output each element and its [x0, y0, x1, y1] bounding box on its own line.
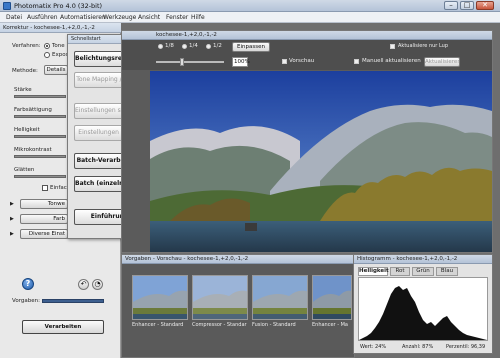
maximize-button[interactable]: □ [460, 1, 474, 10]
expander-farbe[interactable]: Farb [20, 214, 68, 224]
tab-gruen[interactable]: Grün [412, 267, 434, 276]
slider-helligkeit[interactable] [14, 135, 66, 138]
menu-item-datei[interactable]: Datei [6, 14, 22, 21]
manual-update-checkbox[interactable] [354, 59, 359, 64]
presets-window-header: Vorgaben - Vorschau - kochesee-1,+2,0,-1… [122, 255, 354, 264]
zoom-slider[interactable] [156, 61, 224, 63]
preset-thumbnail[interactable] [252, 275, 308, 320]
slider-glaetten[interactable] [14, 175, 66, 178]
adjustments-panel-header: Korrektur - kochesee-1,+2,0,-1,-2 [0, 23, 121, 33]
slider-staerke[interactable] [14, 95, 66, 98]
einfach-checkbox[interactable] [42, 185, 48, 191]
expander-tonwert[interactable]: Tonwe [20, 199, 68, 209]
process-button[interactable]: Verarbeiten [22, 320, 104, 334]
update-button[interactable]: Aktualisieren [424, 57, 460, 67]
slider-label-mikrokontrast: Mikrokontrast [14, 147, 52, 153]
title-bar: Photomatix Pro 4.0 (32-bit) – □ ✕ [0, 0, 500, 12]
histogram-title: Histogramm - kochesee-1,+2,0,-1,-2 [357, 256, 458, 262]
preset-thumbnail[interactable] [192, 275, 248, 320]
auto-update-checkbox[interactable] [390, 44, 395, 49]
verfahren-radio-tone[interactable] [44, 43, 50, 49]
verfahren-option-tone: Tone [52, 43, 65, 49]
histogram-plot [358, 277, 488, 341]
adjustments-panel-title: Korrektur - kochesee-1,+2,0,-1,-2 [3, 25, 95, 31]
window-title: Photomatix Pro 4.0 (32-bit) [14, 2, 103, 10]
image-toolbar-top: 1/8 1/4 1/2 Einpassen Aktualisiere nur L… [122, 40, 492, 54]
tab-helligkeit[interactable]: Helligkeit [358, 267, 389, 276]
menu-bar: Datei Ausführen Automatisieren Werkzeuge… [0, 12, 500, 23]
methode-label: Methode: [12, 68, 38, 74]
expand-arrow-icon[interactable]: ▶ [10, 231, 14, 237]
menu-item-werkzeuge[interactable]: Werkzeuge [103, 14, 136, 21]
expander-diverse[interactable]: Diverse Einst [20, 229, 68, 239]
slider-farbsaettigung[interactable] [14, 115, 66, 118]
preset-caption: Compressor - Standar [192, 322, 247, 328]
histogram-graph [359, 286, 487, 340]
landscape-photo [150, 71, 492, 252]
menu-item-ansicht[interactable]: Ansicht [138, 14, 160, 21]
histogram-perzentil: Perzentil: 96,39 [446, 344, 486, 350]
help-icon[interactable]: ? [22, 278, 34, 290]
verfahren-option-exposure: Expos [52, 52, 69, 58]
vorgaben-select[interactable] [42, 299, 104, 303]
zoom-option-1-2: 1/2 [213, 43, 222, 49]
preset-caption: Enhancer - Standard [132, 322, 184, 328]
image-window-title: kochesee-1,+2,0,-1,-2 [156, 32, 217, 38]
histogram-wert: Wert: 24% [360, 344, 387, 350]
tab-rot[interactable]: Rot [390, 267, 410, 276]
histogram-header: Histogramm - kochesee-1,+2,0,-1,-2 [354, 255, 492, 264]
preset-thumbnail[interactable] [312, 275, 352, 320]
slider-label-helligkeit: Helligkeit [14, 127, 40, 133]
image-window: kochesee-1,+2,0,-1,-2 1/8 1/4 1/2 Einpas… [121, 30, 493, 253]
quickstart-title: Schnellstart [71, 36, 101, 42]
app-icon [3, 2, 11, 10]
menu-item-hilfe[interactable]: Hilfe [191, 14, 205, 21]
slider-mikrokontrast[interactable] [14, 155, 66, 158]
manual-update-label: Manuell aktualisieren [362, 58, 421, 64]
verfahren-radio-exposure[interactable] [44, 52, 50, 58]
hdr-photo-preview[interactable] [150, 71, 492, 252]
expand-arrow-icon[interactable]: ▶ [10, 201, 14, 207]
histogram-window: Histogramm - kochesee-1,+2,0,-1,-2 Helli… [353, 254, 493, 354]
zoom-slider-thumb[interactable] [180, 58, 184, 66]
presets-window-title: Vorgaben - Vorschau - kochesee-1,+2,0,-1… [125, 256, 249, 262]
menu-item-fenster[interactable]: Fenster [166, 14, 188, 21]
preset-caption: Fusion - Standard [252, 322, 296, 328]
preview-checkbox[interactable] [282, 59, 287, 64]
slider-label-farbsaettigung: Farbsättigung [14, 107, 52, 113]
undo-icon[interactable]: ↶ [78, 279, 89, 290]
tab-blau[interactable]: Blau [436, 267, 458, 276]
auto-update-label: Aktualisiere nur Lup [398, 43, 448, 49]
slider-label-staerke: Stärke [14, 87, 32, 93]
zoom-radio-1-4[interactable] [182, 44, 187, 49]
presets-window: Vorgaben - Vorschau - kochesee-1,+2,0,-1… [121, 254, 355, 358]
image-toolbar-bottom: 100% Vorschau Manuell aktualisieren Aktu… [122, 54, 492, 70]
close-button[interactable]: ✕ [476, 1, 494, 10]
zoom-radio-1-2[interactable] [206, 44, 211, 49]
expand-arrow-icon[interactable]: ▶ [10, 216, 14, 222]
menu-item-ausfuehren[interactable]: Ausführen [27, 14, 58, 21]
fit-button[interactable]: Einpassen [232, 42, 270, 52]
image-window-header: kochesee-1,+2,0,-1,-2 [122, 31, 492, 40]
preset-caption: Enhancer - Ma [312, 322, 348, 328]
preset-thumbnail[interactable] [132, 275, 188, 320]
vorgaben-label: Vorgaben: [12, 298, 40, 304]
preview-label: Vorschau [289, 58, 315, 64]
verfahren-label: Verfahren: [12, 43, 41, 49]
zoom-option-1-8: 1/8 [165, 43, 174, 49]
methode-select[interactable]: Details [44, 65, 68, 75]
slider-label-glaetten: Glätten [14, 167, 35, 173]
reset-icon[interactable]: ◔ [92, 279, 103, 290]
histogram-anzahl: Anzahl: 87% [402, 344, 434, 350]
zoom-option-1-4: 1/4 [189, 43, 198, 49]
minimize-button[interactable]: – [444, 1, 458, 10]
zoom-radio-1-8[interactable] [158, 44, 163, 49]
menu-item-automatisieren[interactable]: Automatisieren [60, 14, 106, 21]
zoom-input[interactable]: 100% [232, 57, 250, 67]
